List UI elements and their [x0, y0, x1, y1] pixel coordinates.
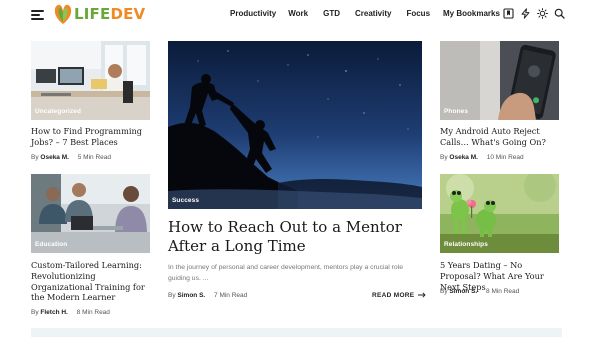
- article-title-programming-jobs[interactable]: How to Find Programming Jobs? – 7 Best P…: [31, 126, 151, 148]
- header-icons: [503, 8, 565, 19]
- article-meta: By Oseka M. 10 Min Read: [440, 154, 524, 161]
- site-logo[interactable]: LIFEDEV: [53, 3, 145, 25]
- nav-item-creativity[interactable]: Creativity: [355, 9, 391, 18]
- article-image-programming-jobs[interactable]: Uncategorized: [31, 41, 150, 120]
- bookmark-icon[interactable]: [503, 8, 514, 19]
- read-time: 8 Min Read: [486, 288, 520, 295]
- category-badge[interactable]: Phones: [444, 108, 468, 115]
- by-label: By: [440, 288, 448, 295]
- article-image-custom-learning[interactable]: Education: [31, 174, 150, 253]
- category-badge[interactable]: Education: [35, 241, 67, 248]
- main-nav: Productivity Work GTD Creativity Focus M…: [224, 9, 500, 18]
- article-meta: By Simon S. 8 Min Read: [440, 288, 519, 295]
- article-meta: By Fletch H. 8 Min Read: [31, 309, 110, 316]
- article-title-android-calls[interactable]: My Android Auto Reject Calls… What's Goi…: [440, 126, 564, 148]
- nav-item-focus[interactable]: Focus: [406, 9, 430, 18]
- by-label: By: [31, 154, 39, 161]
- logo-text: LIFEDEV: [74, 5, 145, 23]
- article-meta: By Oseka M. 5 Min Read: [31, 154, 111, 161]
- read-more-label: READ MORE: [372, 292, 415, 299]
- by-label: By: [168, 292, 176, 299]
- article-title-custom-learning[interactable]: Custom-Tailored Learning: Revolutionizin…: [31, 260, 155, 303]
- author-link[interactable]: Simon S.: [449, 288, 477, 295]
- read-time: 10 Min Read: [486, 154, 524, 161]
- category-badge[interactable]: Uncategorized: [35, 108, 81, 115]
- article-image-dating-proposal[interactable]: Relationships: [440, 174, 559, 253]
- hero-image-mentor[interactable]: Success: [168, 41, 422, 209]
- logo-text-dev: DEV: [110, 5, 146, 23]
- author-link[interactable]: Oseka M.: [449, 154, 478, 161]
- category-badge[interactable]: Success: [172, 197, 199, 204]
- read-time: 5 Min Read: [77, 154, 112, 161]
- read-time: 8 Min Read: [76, 309, 110, 316]
- mountain-silhouette-photo: [168, 41, 422, 209]
- article-image-android-calls[interactable]: Phones: [440, 41, 559, 120]
- search-icon[interactable]: [554, 8, 565, 19]
- author-link[interactable]: Oseka M.: [40, 154, 69, 161]
- read-time: 7 Min Read: [214, 292, 248, 299]
- hero-article-title[interactable]: How to Reach Out to a Mentor After a Lon…: [168, 218, 430, 256]
- by-label: By: [31, 309, 39, 316]
- site-header: LIFEDEV Productivity Work GTD Creativity…: [0, 0, 592, 30]
- arrow-right-icon: [417, 292, 426, 298]
- read-more-link[interactable]: READ MORE: [372, 292, 426, 299]
- article-meta: By Simon S. 7 Min Read: [168, 292, 247, 299]
- author-link[interactable]: Simon S.: [177, 292, 205, 299]
- logo-mark-icon: [54, 4, 72, 25]
- menu-icon[interactable]: [31, 10, 44, 20]
- lightning-icon[interactable]: [520, 8, 531, 19]
- category-badge[interactable]: Relationships: [444, 241, 488, 248]
- newsletter-strip: [31, 328, 562, 337]
- logo-text-life: LIFE: [74, 5, 111, 23]
- sun-icon[interactable]: [537, 8, 548, 19]
- hero-article-excerpt: In the journey of personal and career de…: [168, 264, 404, 282]
- author-link[interactable]: Fletch H.: [40, 309, 67, 316]
- by-label: By: [440, 154, 448, 161]
- nav-item-work[interactable]: Work: [288, 9, 308, 18]
- nav-item-productivity[interactable]: Productivity: [230, 9, 276, 18]
- nav-item-my-bookmarks[interactable]: My Bookmarks: [443, 9, 500, 18]
- nav-item-gtd[interactable]: GTD: [323, 9, 340, 18]
